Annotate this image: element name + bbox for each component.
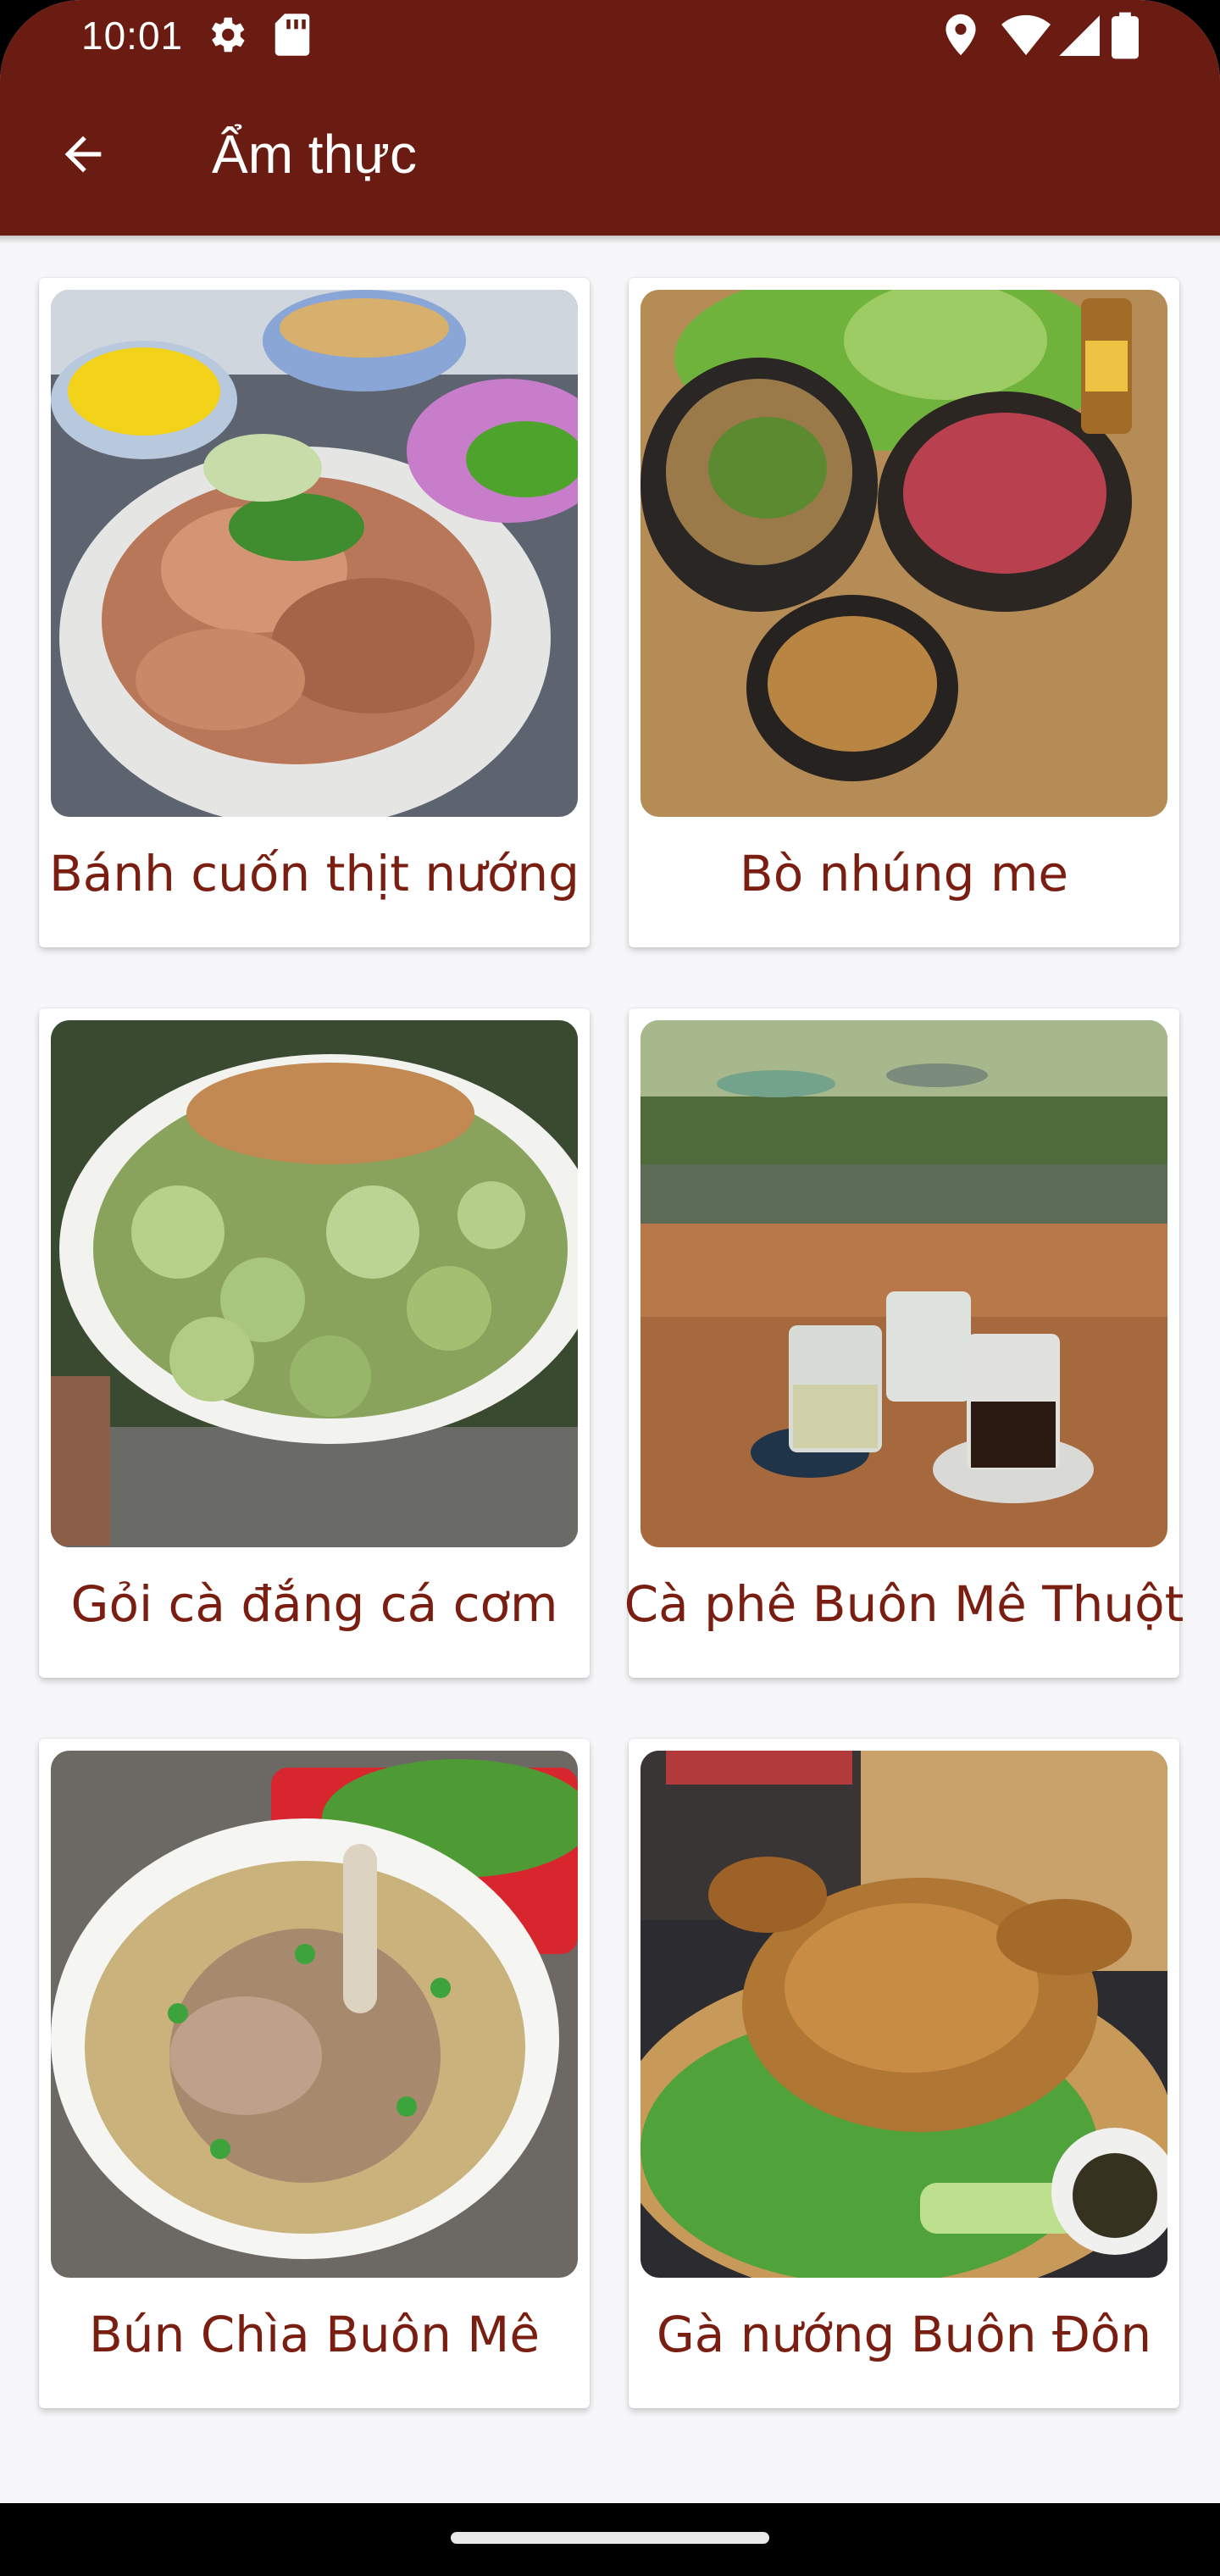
gear-icon: [211, 17, 245, 53]
status-bar: 10:01: [0, 0, 1220, 71]
dish-photo: [51, 1020, 578, 1547]
dish-name: Gà nướng Buôn Đôn: [656, 2306, 1152, 2363]
location-icon: [946, 14, 976, 56]
wifi-icon: [1001, 14, 1051, 56]
dish-card[interactable]: Gà nướng Buôn Đôn: [629, 1739, 1179, 2408]
dish-name: Bánh cuốn thịt nướng: [49, 845, 580, 902]
dish-name: Bò nhúng me: [739, 845, 1069, 902]
dish-card[interactable]: Bún Chìa Buôn Mê: [39, 1739, 590, 2408]
dish-photo: [640, 290, 1167, 817]
battery-icon: [1112, 12, 1139, 59]
dish-card[interactable]: Cà phê Buôn Mê Thuột: [624, 1008, 1184, 1678]
top-app-bar: 10:01 Ẩm thực: [0, 0, 1220, 236]
sd-card-icon: [274, 14, 310, 56]
page-title: Ẩm thực: [212, 124, 417, 185]
signal-icon: [1059, 15, 1100, 56]
dish-name: Cà phê Buôn Mê Thuột: [624, 1575, 1184, 1633]
dish-photo: [51, 1751, 578, 2278]
app-screen: 10:01 Ẩm thực Bánh cuốn thịt nướng Bò nh…: [0, 0, 1220, 2576]
home-indicator[interactable]: [451, 2532, 769, 2544]
dish-card[interactable]: Bánh cuốn thịt nướng: [39, 278, 590, 947]
dish-name: Bún Chìa Buôn Mê: [88, 2306, 541, 2363]
app-bar-shadow: [0, 236, 1220, 244]
dish-photo: [51, 290, 578, 817]
dish-photo: [640, 1751, 1167, 2278]
dish-card[interactable]: Gỏi cà đắng cá cơm: [39, 1008, 590, 1678]
dish-name: Gỏi cà đắng cá cơm: [70, 1575, 558, 1633]
dish-photo: [640, 1020, 1167, 1547]
status-time: 10:01: [81, 14, 184, 58]
arrow-left-icon: [64, 136, 102, 173]
dish-card[interactable]: Bò nhúng me: [629, 278, 1179, 947]
back-button[interactable]: [44, 115, 122, 193]
